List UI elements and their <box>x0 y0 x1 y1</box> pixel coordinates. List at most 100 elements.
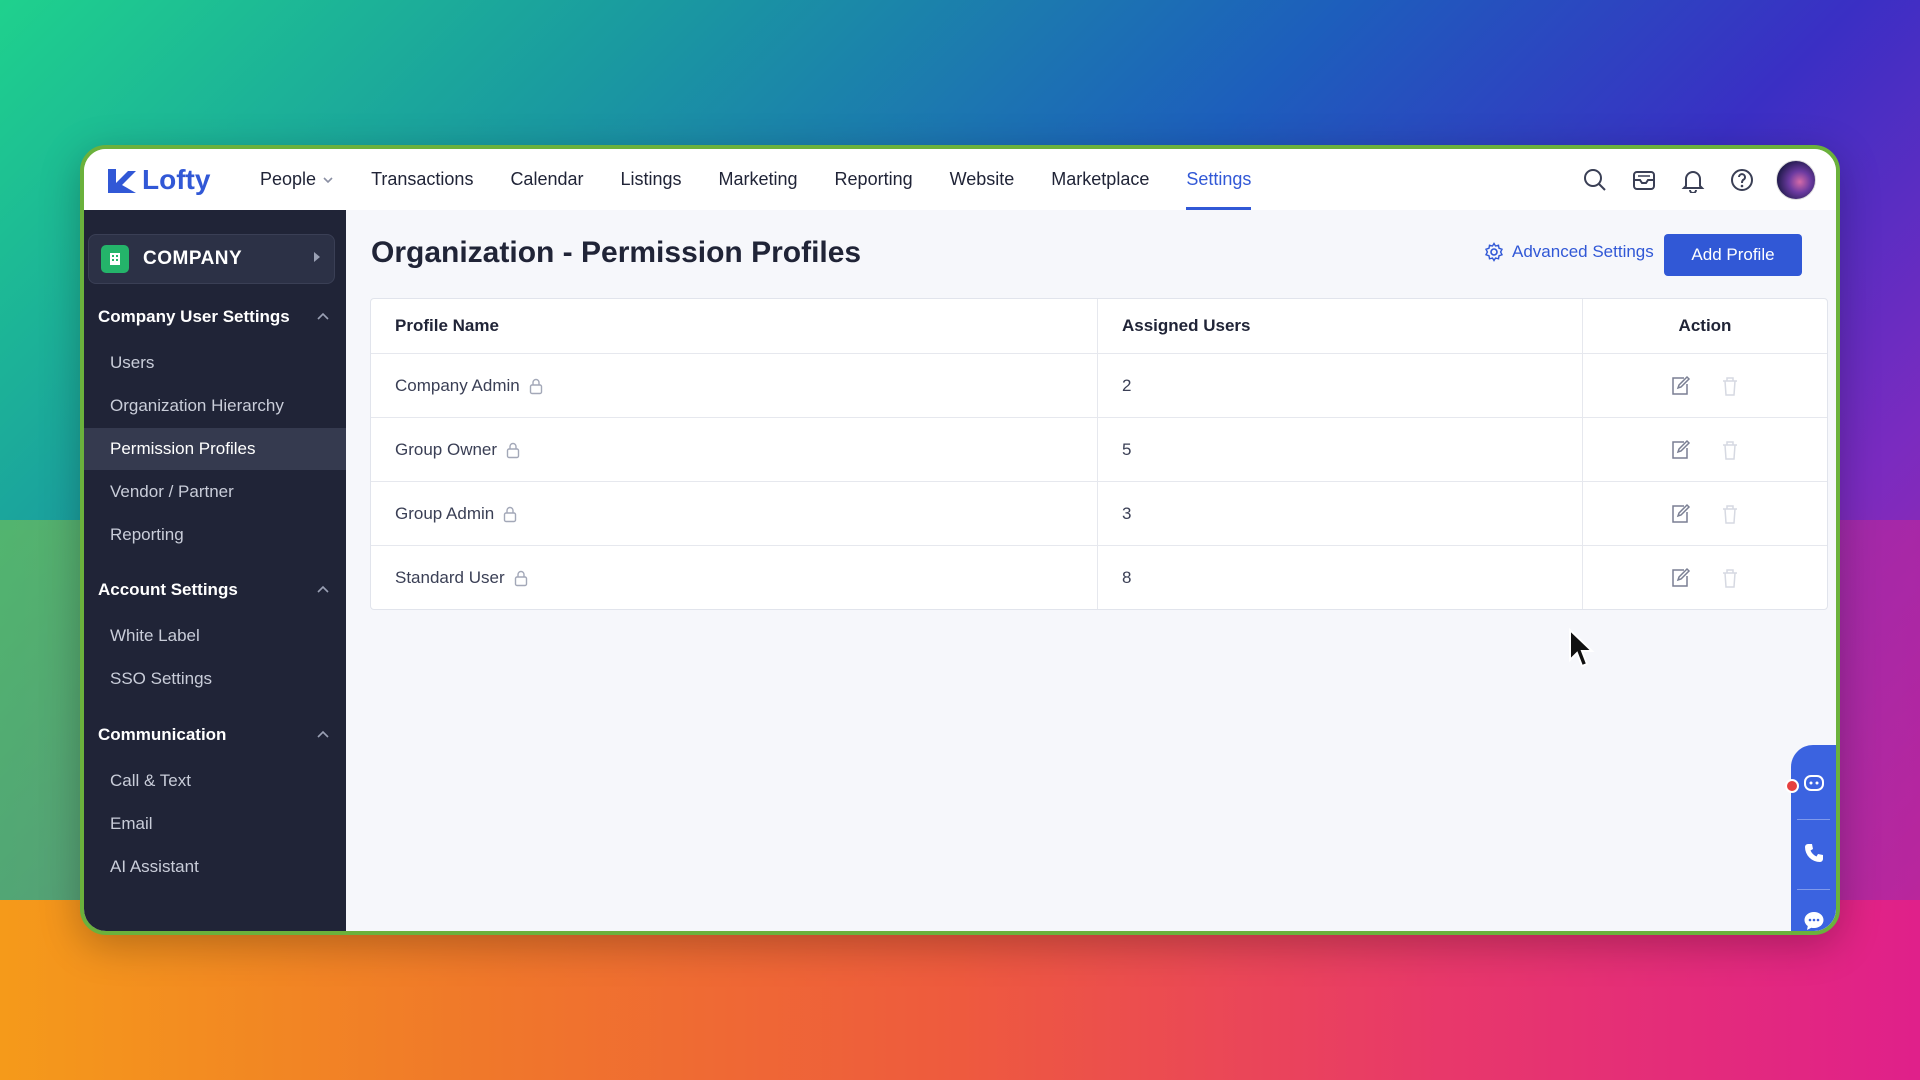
section-communication[interactable]: Communication <box>98 725 330 745</box>
trash-icon[interactable] <box>1719 375 1741 397</box>
profile-name: Company Admin <box>395 375 520 395</box>
bell-icon[interactable] <box>1679 166 1707 194</box>
widget-divider <box>1797 889 1830 890</box>
widget-divider <box>1797 819 1830 820</box>
lock-icon <box>529 378 542 394</box>
lock-icon <box>506 442 520 458</box>
section-title: Account Settings <box>98 580 238 599</box>
company-icon <box>101 245 129 273</box>
top-icons <box>1560 149 1816 210</box>
support-widget <box>1785 745 1836 933</box>
sidebar: COMPANY Company User Settings Users Orga… <box>84 210 346 931</box>
edit-icon[interactable] <box>1669 503 1691 525</box>
sidebar-item-white-label[interactable]: White Label <box>84 615 346 657</box>
chevron-up-icon <box>317 730 329 738</box>
nav-marketplace[interactable]: Marketplace <box>1051 149 1149 210</box>
sidebar-item-email[interactable]: Email <box>84 803 346 845</box>
sidebar-item-users[interactable]: Users <box>84 342 346 384</box>
section-account-settings[interactable]: Account Settings <box>98 580 330 600</box>
profile-name: Group Owner <box>395 439 498 459</box>
chevron-down-icon <box>323 176 333 183</box>
profile-name-cell: Company Admin <box>371 354 1098 417</box>
help-icon[interactable] <box>1728 166 1756 194</box>
assigned-users-cell: 3 <box>1098 482 1583 545</box>
main-content: Organization - Permission Profiles Advan… <box>346 210 1836 931</box>
profile-name-cell: Standard User <box>371 546 1098 609</box>
section-title: Company User Settings <box>98 307 290 326</box>
chat-icon[interactable] <box>1802 909 1826 933</box>
edit-icon[interactable] <box>1669 567 1691 589</box>
advanced-settings-link[interactable]: Advanced Settings <box>1484 242 1654 262</box>
edit-icon[interactable] <box>1669 439 1691 461</box>
edit-icon[interactable] <box>1669 375 1691 397</box>
section-company-user-settings[interactable]: Company User Settings <box>98 307 330 327</box>
top-nav: Lofty People Transactions Calendar Listi… <box>84 149 1836 211</box>
header-action: Action <box>1678 316 1732 335</box>
sidebar-item-permission-profiles[interactable]: Permission Profiles <box>84 428 346 470</box>
header-profile-name: Profile Name <box>371 299 1098 353</box>
section-title: Communication <box>98 725 227 744</box>
table-row: Company Admin 2 <box>371 354 1827 418</box>
phone-icon[interactable] <box>1802 841 1826 865</box>
nav-transactions[interactable]: Transactions <box>371 149 473 210</box>
brand-name: Lofty <box>142 163 211 195</box>
trash-icon[interactable] <box>1719 439 1741 461</box>
mouse-cursor-icon <box>1569 628 1595 668</box>
add-profile-button[interactable]: Add Profile <box>1664 234 1802 276</box>
caret-right-icon <box>314 252 320 262</box>
brand-logo[interactable]: Lofty <box>106 164 236 196</box>
gear-icon <box>1485 242 1503 262</box>
nav-website[interactable]: Website <box>950 149 1015 210</box>
table-header: Profile Name Assigned Users Action <box>371 299 1827 354</box>
sidebar-item-vendor-partner[interactable]: Vendor / Partner <box>84 471 346 513</box>
company-selector[interactable]: COMPANY <box>88 234 335 284</box>
nav-people[interactable]: People <box>260 149 334 210</box>
sidebar-item-reporting[interactable]: Reporting <box>84 514 346 556</box>
chevron-up-icon <box>317 312 329 320</box>
trash-icon[interactable] <box>1719 503 1741 525</box>
search-icon[interactable] <box>1581 166 1609 194</box>
sidebar-item-ai-assistant[interactable]: AI Assistant <box>84 846 346 888</box>
assigned-users-cell: 2 <box>1098 354 1583 417</box>
nav-listings[interactable]: Listings <box>620 149 681 210</box>
company-label: COMPANY <box>143 248 243 269</box>
action-cell <box>1583 354 1827 417</box>
nav-reporting[interactable]: Reporting <box>835 149 913 210</box>
assigned-users: 8 <box>1122 567 1132 587</box>
chatbot-icon[interactable] <box>1802 771 1826 795</box>
sidebar-item-sso-settings[interactable]: SSO Settings <box>84 658 346 700</box>
nav-calendar[interactable]: Calendar <box>510 149 583 210</box>
nav-settings[interactable]: Settings <box>1186 149 1252 210</box>
inbox-icon[interactable] <box>1630 166 1658 194</box>
action-cell <box>1583 546 1827 609</box>
profile-name: Group Admin <box>395 503 495 523</box>
permission-profiles-table: Profile Name Assigned Users Action Compa… <box>370 298 1828 610</box>
action-cell <box>1583 482 1827 545</box>
advanced-settings-label: Advanced Settings <box>1512 242 1654 261</box>
assigned-users: 5 <box>1122 439 1132 459</box>
main-nav: People Transactions Calendar Listings Ma… <box>260 149 1288 210</box>
table-row: Standard User 8 <box>371 546 1827 609</box>
profile-name-cell: Group Owner <box>371 418 1098 481</box>
assigned-users-cell: 8 <box>1098 546 1583 609</box>
lofty-logo-icon <box>108 168 136 193</box>
nav-people-label: People <box>260 169 317 189</box>
header-assigned-users: Assigned Users <box>1098 299 1583 353</box>
assigned-users-cell: 5 <box>1098 418 1583 481</box>
assigned-users: 3 <box>1122 503 1132 523</box>
profile-name-cell: Group Admin <box>371 482 1098 545</box>
table-row: Group Admin 3 <box>371 482 1827 546</box>
table-row: Group Owner 5 <box>371 418 1827 482</box>
trash-icon[interactable] <box>1719 567 1741 589</box>
profile-name: Standard User <box>395 567 505 587</box>
sidebar-item-call-text[interactable]: Call & Text <box>84 760 346 802</box>
sidebar-item-organization-hierarchy[interactable]: Organization Hierarchy <box>84 385 346 427</box>
nav-marketing[interactable]: Marketing <box>719 149 798 210</box>
assigned-users: 2 <box>1122 375 1132 395</box>
lock-icon <box>514 570 527 586</box>
notification-dot <box>1785 779 1799 793</box>
avatar[interactable] <box>1776 159 1816 200</box>
action-cell <box>1583 418 1827 481</box>
chevron-up-icon <box>317 585 329 593</box>
page-title: Organization - Permission Profiles <box>371 236 862 269</box>
